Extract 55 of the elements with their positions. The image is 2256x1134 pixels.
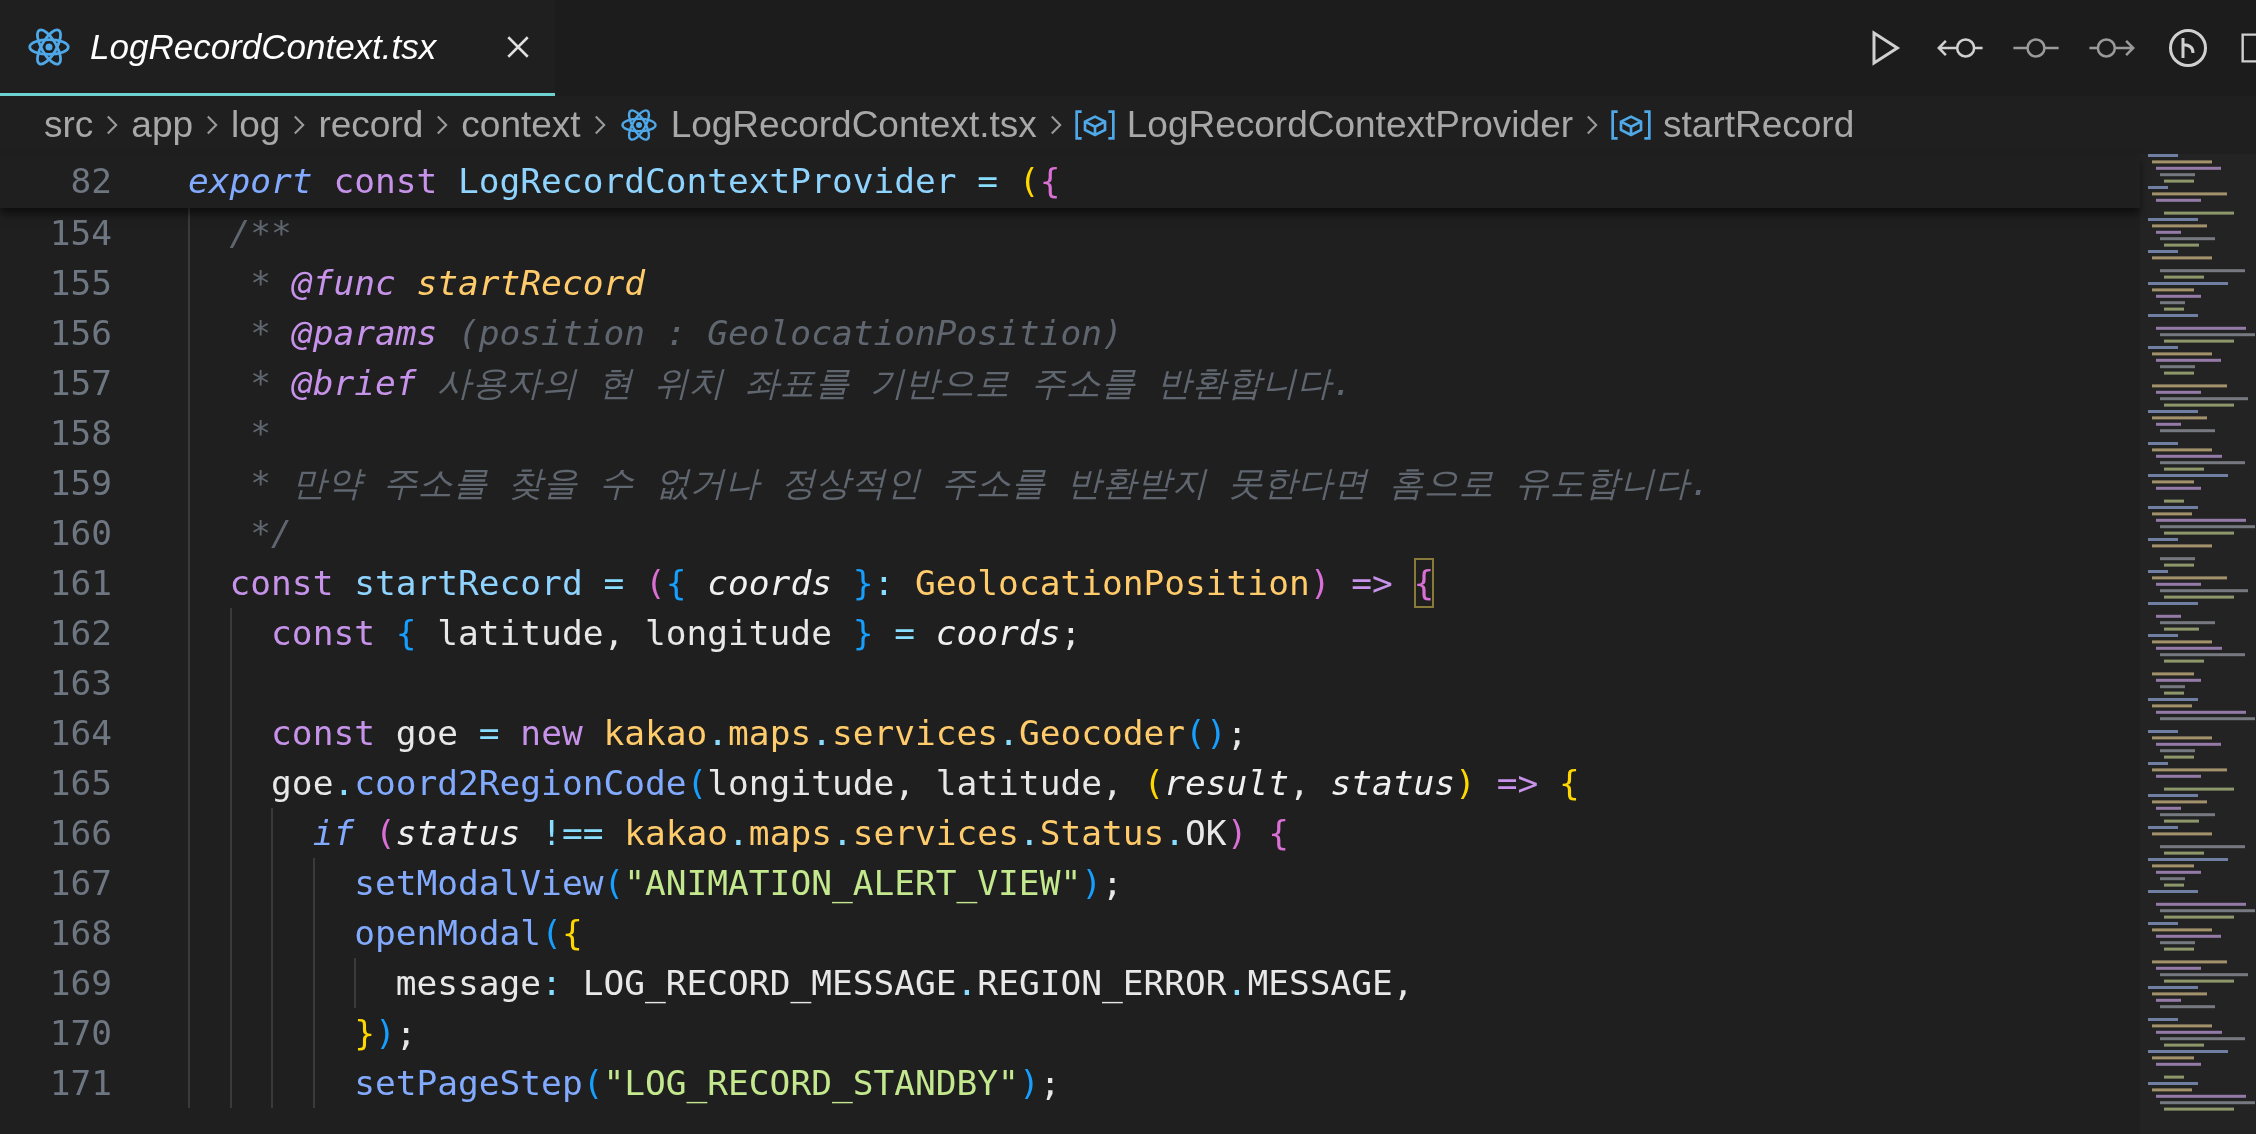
breadcrumb-item[interactable]: startRecord — [1663, 104, 1855, 146]
breadcrumb-item[interactable]: context — [461, 104, 581, 146]
line-number: 169 — [48, 963, 113, 1003]
symbol-icon — [1611, 107, 1652, 143]
breadcrumb-item[interactable]: LogRecordContext.tsx — [670, 104, 1037, 146]
line-number: 162 — [48, 613, 113, 653]
line-number: 154 — [48, 213, 113, 253]
code-line: * 만약 주소를 찾을 수 없거나 정상적인 주소를 반환받지 못한다면 홈으로 유도합니다. — [188, 458, 1711, 508]
chevron-icon — [1585, 113, 1600, 137]
line-number: 161 — [48, 563, 113, 603]
code-line: * @params (position : GeolocationPosition) — [188, 308, 1123, 358]
breadcrumb-item[interactable]: app — [131, 104, 194, 146]
chevron-icon — [292, 113, 307, 137]
line-number: 159 — [48, 463, 113, 503]
chevron-icon — [105, 113, 120, 137]
code-line: * @brief 사용자의 현 위치 좌표를 기반으로 주소를 반환합니다. — [188, 358, 1353, 408]
chevron-icon — [205, 113, 220, 137]
symbol-icon — [1074, 107, 1115, 143]
breadcrumb-item[interactable]: record — [318, 104, 424, 146]
line-number: 155 — [48, 263, 113, 303]
code-line: * — [188, 408, 272, 458]
code-line: * @func startRecord — [188, 258, 645, 308]
line-number: 156 — [48, 313, 113, 353]
chevron-icon — [1048, 113, 1063, 137]
breadcrumb-item[interactable]: log — [231, 104, 281, 146]
code-line: if (status !== kakao.maps.services.Status.OK) { — [188, 808, 1289, 858]
code-line: const startRecord = ({ coords }: GeolocationPosition) => { — [188, 558, 1435, 608]
line-number: 164 — [48, 713, 113, 753]
chevron-icon — [592, 113, 607, 137]
code-line: const { latitude, longitude } = coords; — [188, 608, 1082, 658]
code-line: setModalView("ANIMATION_ALERT_VIEW"); — [188, 858, 1123, 908]
line-number: 171 — [48, 1063, 113, 1103]
code-line: goe.coord2RegionCode(longitude, latitude, (result, status) => { — [188, 758, 1580, 808]
line-number: 167 — [48, 863, 113, 903]
code-line: openModal({ — [188, 908, 583, 958]
line-number: 163 — [48, 663, 113, 703]
code-line: }); — [188, 1008, 417, 1058]
breadcrumb-item[interactable]: LogRecordContextProvider — [1126, 104, 1574, 146]
code-line: /** — [188, 208, 292, 258]
chevron-icon — [435, 113, 450, 137]
code-line: message: LOG_RECORD_MESSAGE.REGION_ERROR.MESSAGE, — [188, 958, 1414, 1008]
line-number: 170 — [48, 1013, 113, 1053]
react-icon — [618, 107, 659, 143]
code-line: const goe = new kakao.maps.services.Geocoder(); — [188, 708, 1248, 758]
breadcrumb-item[interactable]: src — [44, 104, 94, 146]
line-number: 82 — [69, 161, 113, 201]
code-line: export const LogRecordContextProvider = ({ — [188, 160, 1061, 203]
code-line: setPageStep("LOG_RECORD_STANDBY"); — [188, 1058, 1061, 1108]
line-number: 158 — [48, 413, 113, 453]
line-number: 160 — [48, 513, 113, 553]
line-number: 166 — [48, 813, 113, 853]
code-line: */ — [188, 508, 292, 558]
line-number: 157 — [48, 363, 113, 403]
line-number: 168 — [48, 913, 113, 953]
line-number: 165 — [48, 763, 113, 803]
